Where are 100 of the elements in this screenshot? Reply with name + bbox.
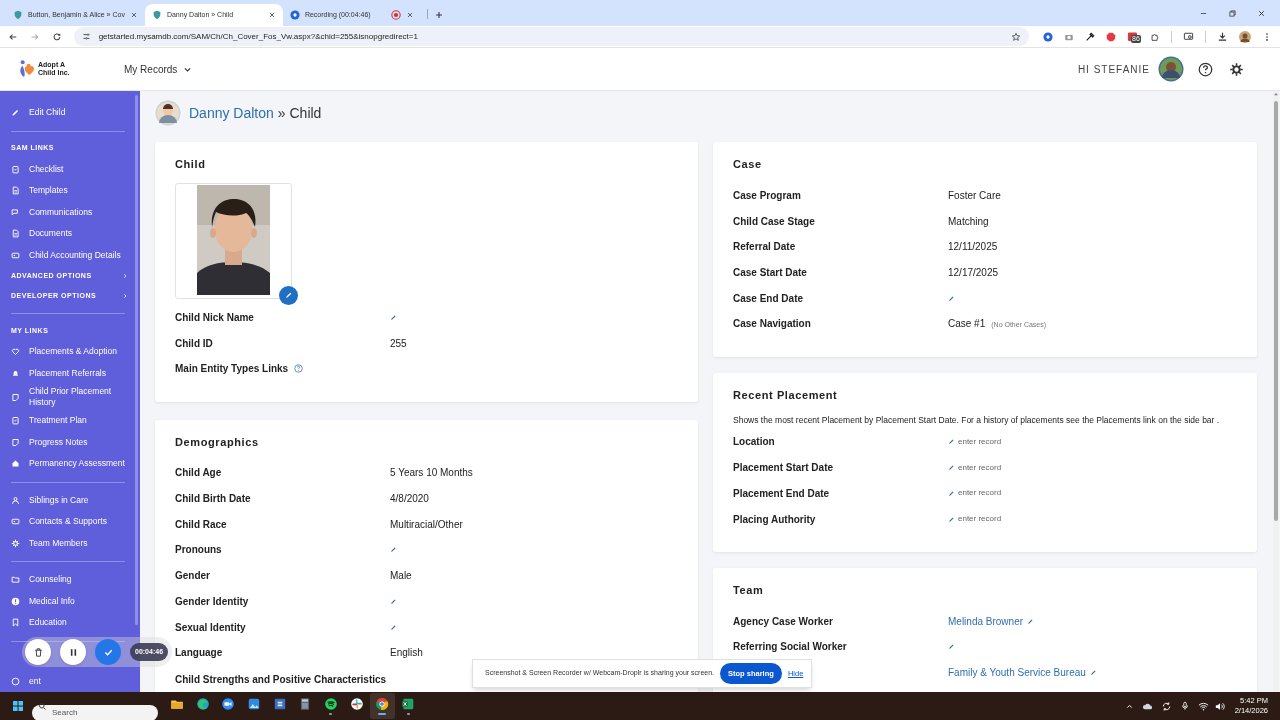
avatar[interactable]: [1158, 56, 1184, 82]
close-icon[interactable]: [1257, 9, 1266, 18]
sidebar-link[interactable]: Templates: [0, 180, 140, 202]
close-icon[interactable]: [405, 11, 414, 19]
puzzle-icon[interactable]: [1150, 31, 1160, 42]
pencil-icon[interactable]: [948, 438, 955, 446]
scrollbar[interactable]: [1273, 91, 1279, 692]
pencil-icon[interactable]: [948, 464, 955, 472]
sidebar-link[interactable]: Contacts & Supports: [0, 511, 140, 533]
person-link[interactable]: Family & Youth Service Bureau: [948, 665, 1086, 681]
volume-icon[interactable]: [1213, 700, 1225, 712]
card-title: Case: [733, 157, 763, 172]
avatar[interactable]: [1239, 30, 1251, 43]
pencil-icon: [11, 108, 20, 118]
pencil-icon[interactable]: [948, 643, 955, 651]
close-icon[interactable]: [267, 11, 276, 19]
sidebar-link[interactable]: Progress Notes: [0, 431, 140, 453]
app-icon[interactable]: [272, 697, 287, 711]
card-title: Team: [733, 582, 765, 598]
clipboard-icon: [11, 164, 20, 174]
site-settings-icon[interactable]: [81, 32, 91, 41]
logo-icon: [18, 59, 34, 79]
star-icon[interactable]: [1011, 31, 1021, 42]
trash-icon: [32, 646, 44, 658]
sidebar-link[interactable]: Checklist: [0, 158, 140, 180]
reload-icon[interactable]: [51, 31, 62, 42]
spreadsheet-icon[interactable]: [401, 697, 416, 711]
enter-record-link[interactable]: enter record: [958, 435, 1002, 448]
circle-icon: [289, 10, 300, 20]
sidebar-link[interactable]: Communications: [0, 201, 140, 223]
address-bar[interactable]: getstarted.mysamdb.com/SAM/Ch/Ch_Cover_Fos_Vw.aspx?&chid=255&isnopgredirect=1: [73, 27, 1029, 46]
field-label: Child Birth Date: [175, 492, 252, 507]
eyedropper-icon[interactable]: [1085, 31, 1095, 42]
sidebar-link[interactable]: Counseling: [0, 569, 140, 591]
sidebar-link[interactable]: Child Prior Placement History: [0, 384, 140, 410]
pencil-icon[interactable]: [390, 546, 397, 554]
person-link[interactable]: Melinda Browner: [948, 613, 1024, 629]
my-records-menu[interactable]: My Records: [124, 61, 193, 77]
field-label: Pronouns: [175, 543, 223, 558]
enter-record-link[interactable]: enter record: [958, 461, 1002, 474]
document-icon: [11, 229, 20, 239]
screen-search-icon[interactable]: [1183, 31, 1194, 42]
shield-icon: [13, 10, 23, 20]
browser-icon[interactable]: [375, 697, 390, 711]
field-label: Case End Date: [733, 291, 805, 306]
sidebar-link[interactable]: Siblings in Care: [0, 489, 140, 511]
pencil-icon[interactable]: [390, 597, 397, 605]
enter-record-link[interactable]: enter record: [958, 513, 1002, 526]
download-icon[interactable]: [1217, 31, 1228, 42]
edit-photo-button[interactable]: [279, 285, 298, 305]
sidebar-link[interactable]: Child Accounting Details: [0, 244, 140, 266]
new-tab-icon[interactable]: [433, 10, 444, 20]
photo-icon[interactable]: [246, 697, 261, 711]
pencil-icon[interactable]: [390, 313, 397, 321]
sidebar-link[interactable]: ent: [0, 670, 140, 692]
sidebar-link[interactable]: Documents: [0, 223, 140, 245]
enter-record-link[interactable]: enter record: [958, 487, 1002, 500]
sync-icon[interactable]: [1160, 700, 1172, 712]
chat-icon: [11, 207, 20, 217]
browser-icon[interactable]: [195, 697, 210, 711]
pencil-icon[interactable]: [948, 294, 955, 302]
sidebar-link[interactable]: Edit Child: [0, 102, 140, 124]
back-icon[interactable]: [8, 31, 18, 42]
child-name-link[interactable]: Danny Dalton: [189, 102, 274, 124]
note-icon: [11, 392, 20, 402]
stop-sign-icon[interactable]: [1106, 31, 1116, 42]
help-icon[interactable]: [1198, 61, 1213, 77]
search-field[interactable]: Search: [32, 704, 158, 720]
sidebar-link[interactable]: Medical Info: [0, 590, 140, 612]
close-icon[interactable]: [129, 11, 138, 19]
field-label: Placement Start Date: [733, 461, 835, 476]
pinwheel-icon[interactable]: [349, 697, 364, 711]
sidebar-link[interactable]: Placements & Adoption: [0, 341, 140, 363]
pencil-icon[interactable]: [948, 515, 955, 523]
microphone-icon[interactable]: [1179, 701, 1190, 711]
sidebar-link[interactable]: Treatment Plan: [0, 410, 140, 432]
video-camera-icon[interactable]: [221, 697, 236, 711]
settings-icon[interactable]: [1229, 61, 1244, 77]
pencil-icon[interactable]: [1089, 669, 1097, 677]
sidebar-link[interactable]: Team Members: [0, 532, 140, 554]
sidebar-link[interactable]: Permanency Assessment: [0, 453, 140, 475]
start-icon[interactable]: [12, 700, 24, 712]
note-icon: [11, 437, 20, 447]
field-label: Gender Identity: [175, 594, 250, 609]
wifi-icon[interactable]: [1197, 700, 1209, 712]
field-label: Placing Authority: [733, 512, 817, 527]
bell-icon: [11, 368, 20, 378]
sidebar-link[interactable]: Education: [0, 612, 140, 634]
pencil-icon[interactable]: [390, 623, 397, 631]
scrollbar[interactable]: [135, 95, 138, 625]
field-label: Sexual Identity: [175, 620, 247, 635]
restore-icon[interactable]: [1228, 9, 1237, 18]
card-description: Shows the most recent Placement by Placement Start Date. For a history of placements see the Placements link on the side bar .: [733, 414, 1221, 428]
sidebar-link[interactable]: Placement Referrals: [0, 362, 140, 384]
pencil-icon[interactable]: [1027, 617, 1035, 625]
circle-icon[interactable]: [1043, 31, 1053, 42]
circle-icon: [11, 676, 20, 686]
pencil-icon[interactable]: [948, 489, 955, 497]
field-value: Foster Care: [948, 188, 1001, 203]
music-app-icon[interactable]: [323, 697, 338, 711]
